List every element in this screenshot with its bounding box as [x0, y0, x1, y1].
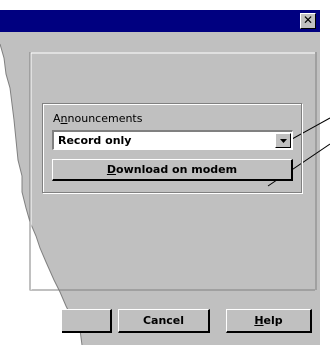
dialog-window: ✕ Announcements Record only Download on …	[0, 0, 330, 345]
announcements-label: Announcements	[53, 112, 143, 125]
ok-button[interactable]	[62, 309, 112, 333]
cancel-button[interactable]: Cancel	[118, 309, 210, 333]
dropdown-arrow-button[interactable]	[275, 133, 291, 148]
close-icon: ✕	[302, 13, 314, 27]
chevron-down-icon	[280, 139, 287, 143]
download-on-modem-button[interactable]: Download on modem	[52, 159, 293, 181]
announcements-group: Announcements Record only Download on mo…	[42, 103, 302, 193]
announcements-dropdown[interactable]: Record only	[52, 130, 293, 150]
help-button[interactable]: Help	[226, 309, 312, 333]
dropdown-selected-value: Record only	[58, 134, 132, 147]
close-button[interactable]: ✕	[300, 13, 316, 29]
title-bar: ✕	[0, 10, 320, 32]
